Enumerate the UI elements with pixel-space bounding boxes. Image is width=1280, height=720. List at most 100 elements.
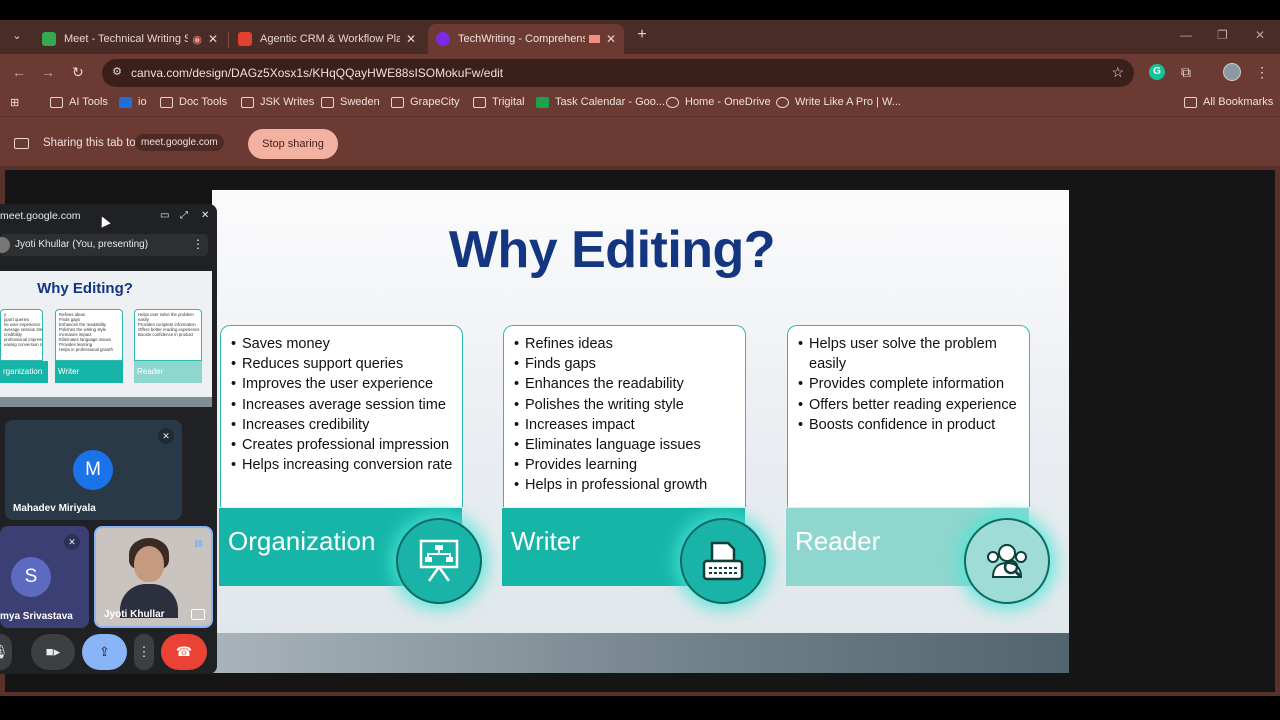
grammarly-icon[interactable]: G xyxy=(1149,64,1165,80)
participant-tile-self[interactable]: ▮▮ Jyoti Khullar xyxy=(94,526,213,628)
avatar xyxy=(0,237,10,253)
all-bookmarks[interactable]: All Bookmarks xyxy=(1184,96,1273,108)
expand-icon[interactable]: ⤢ xyxy=(180,210,188,221)
close-icon[interactable]: ✕ xyxy=(201,210,209,221)
bookmark-ai-tools[interactable]: AI Tools xyxy=(50,96,108,108)
canva-favicon-icon xyxy=(436,32,450,46)
crm-favicon-icon xyxy=(238,32,252,46)
bookmark-trigital[interactable]: Trigital xyxy=(473,96,525,108)
list-item: Helps in professional growth xyxy=(514,475,739,495)
mini-band: Reader xyxy=(134,361,202,383)
mini-band: rganization xyxy=(0,361,48,383)
bookmark-sweden[interactable]: Sweden xyxy=(321,96,380,108)
bookmark-write-like-a-pro[interactable]: Write Like A Pro | W... xyxy=(776,96,901,108)
close-tab-icon[interactable]: ✕ xyxy=(208,32,218,46)
bookmark-doc-tools[interactable]: Doc Tools xyxy=(160,96,227,108)
tab-search-icon[interactable]: ⌄ xyxy=(6,25,28,47)
list-item: Improves the user experience xyxy=(231,374,456,394)
forward-icon[interactable]: → xyxy=(41,64,55,80)
bookmark-io[interactable]: io xyxy=(119,96,147,108)
new-tab-icon[interactable]: + xyxy=(632,26,652,44)
bookmark-onedrive[interactable]: Home - OneDrive xyxy=(666,96,771,108)
typewriter-icon xyxy=(680,518,766,604)
meet-controls: 🎙 ■▸ ⇪ ⋮ ☎ xyxy=(0,634,217,670)
tab-strip: ⌄ Meet - Technical Writing Se ◉ ✕ Agenti… xyxy=(0,20,1280,54)
folder-icon xyxy=(1184,96,1197,108)
mini-text: Boosts confidence in product xyxy=(138,332,194,337)
more-options-icon[interactable]: ⋮ xyxy=(134,634,154,670)
reload-icon[interactable]: ↻ xyxy=(72,64,84,81)
browser-toolbar: ← → ↻ ⚙ canva.com/design/DAGz5Xosx1s/KHq… xyxy=(0,54,1280,92)
speaking-icon: ▮▮ xyxy=(194,538,203,548)
participant-tile[interactable]: M ✕ Mahadev Miriyala xyxy=(5,420,182,520)
bookmark-label: Write Like A Pro | W... xyxy=(795,96,901,108)
list-item: Reduces support queries xyxy=(231,354,456,374)
menu-icon[interactable]: ⋮ xyxy=(1255,64,1269,81)
list-item: Helps increasing conversion rate xyxy=(231,455,456,475)
bookmarks-bar: ⊞ AI Tools io Doc Tools JSK Writes Swede… xyxy=(0,92,1280,116)
participant-name: mya Srivastava xyxy=(0,611,73,622)
mini-column: Helps user solve the problem easily Prov… xyxy=(134,309,202,361)
bookmark-label: Doc Tools xyxy=(179,96,228,108)
bookmark-label: Home - OneDrive xyxy=(685,96,771,108)
close-tab-icon[interactable]: ✕ xyxy=(606,32,616,46)
site-info-icon[interactable]: ⚙ xyxy=(110,65,124,79)
camera-toggle-icon[interactable]: ■▸ xyxy=(31,634,75,670)
stop-sharing-button[interactable]: Stop sharing xyxy=(248,129,338,159)
bookmark-label: GrapeCity xyxy=(410,96,460,108)
bookmark-label: Trigital xyxy=(492,96,525,108)
list-item: Enhances the readability xyxy=(514,374,739,394)
meet-host: meet.google.com xyxy=(0,210,81,222)
presenter-bar: Jyoti Khullar (You, presenting) ⋮ xyxy=(0,234,208,256)
back-icon[interactable]: ← xyxy=(12,64,26,80)
camera-icon[interactable]: ▭ xyxy=(160,210,169,221)
minimize-icon[interactable]: — xyxy=(1180,28,1192,42)
sharing-text: Sharing this tab to xyxy=(43,137,136,149)
mic-off-icon: ✕ xyxy=(158,428,174,444)
list-item: Creates professional impression xyxy=(231,435,456,455)
list-item: Provides complete information xyxy=(798,374,1023,394)
presentation-board-icon xyxy=(396,518,482,604)
bookmark-jsk-writes[interactable]: JSK Writes xyxy=(241,96,314,108)
apps-icon[interactable]: ⊞ xyxy=(10,96,19,109)
list-item: Increases average session time xyxy=(231,395,456,415)
end-call-icon[interactable]: ☎ xyxy=(161,634,207,670)
present-icon[interactable]: ⇪ xyxy=(82,634,127,670)
participant-tile[interactable]: S ✕ mya Srivastava xyxy=(0,526,89,628)
list-item: Provides learning xyxy=(514,455,739,475)
sharing-target[interactable]: meet.google.com xyxy=(135,134,224,151)
slide-footer xyxy=(212,633,1069,673)
close-tab-icon[interactable]: ✕ xyxy=(406,32,416,46)
pin-icon[interactable] xyxy=(191,609,205,620)
more-options-icon[interactable]: ⋮ xyxy=(192,237,204,251)
bookmark-label: Sweden xyxy=(340,96,380,108)
list-item: Helps user solve the problem easily xyxy=(798,334,1023,374)
tab-crm[interactable]: Agentic CRM & Workflow Platfo ✕ xyxy=(230,24,424,54)
folder-icon xyxy=(321,96,334,108)
slide[interactable]: Why Editing? Saves money Reduces support… xyxy=(212,190,1069,673)
mini-column: Refines ideas Finds gaps Enhances the re… xyxy=(55,309,123,361)
slide-title: Why Editing? xyxy=(448,221,776,279)
address-bar[interactable]: ⚙ canva.com/design/DAGz5Xosx1s/KHqQQayHW… xyxy=(102,59,1134,87)
tab-meet[interactable]: Meet - Technical Writing Se ◉ ✕ xyxy=(34,24,226,54)
meet-picture-in-picture[interactable]: meet.google.com ▭ ⤢ ✕ Jyoti Khullar (You… xyxy=(0,204,217,674)
folder-icon xyxy=(473,96,486,108)
list-item: Boosts confidence in product xyxy=(798,415,1023,435)
bookmark-star-icon[interactable]: ☆ xyxy=(1111,64,1124,81)
mic-icon[interactable]: 🎙 xyxy=(0,634,12,670)
face xyxy=(134,546,164,582)
band-label: Writer xyxy=(511,526,580,556)
bookmark-task-calendar[interactable]: Task Calendar - Goo... xyxy=(536,96,665,108)
extensions-icon[interactable]: ⧉ xyxy=(1181,64,1191,81)
profile-avatar[interactable] xyxy=(1223,63,1241,81)
url-text[interactable]: canva.com/design/DAGz5Xosx1s/KHqQQayHWE8… xyxy=(131,66,503,80)
restore-icon[interactable]: ❐ xyxy=(1217,28,1228,42)
avatar: M xyxy=(73,450,113,490)
bookmark-grapecity[interactable]: GrapeCity xyxy=(391,96,460,108)
list-item: Finds gaps xyxy=(514,354,739,374)
close-window-icon[interactable]: ✕ xyxy=(1255,28,1265,42)
list-item: Polishes the writing style xyxy=(514,395,739,415)
tab-canva[interactable]: TechWriting - Comprehensiv ✕ xyxy=(428,24,624,54)
globe-icon xyxy=(666,96,679,108)
bookmark-label: Task Calendar - Goo... xyxy=(555,96,666,108)
